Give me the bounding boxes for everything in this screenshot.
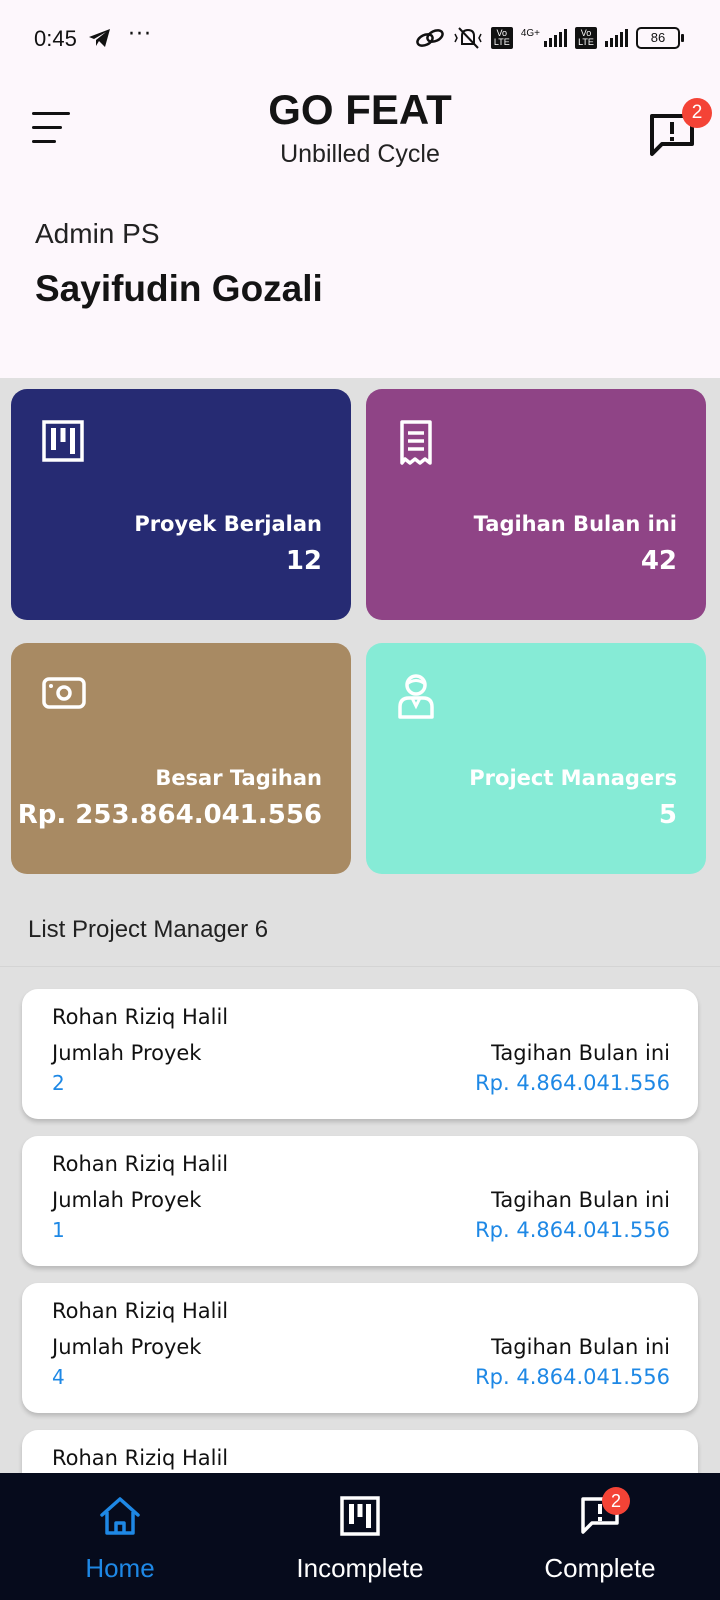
pm-bill-value: Rp. 4.864.041.556 [475, 1365, 670, 1389]
pm-count-value: 2 [52, 1071, 65, 1095]
status-bar: 0:45 ··· Vo LTE 4G+ Vo LTE 86 [0, 0, 720, 84]
pm-name: Rohan Riziq Halil [52, 1299, 229, 1323]
more-notifications-dots: ··· [128, 22, 152, 47]
stat-card-proyek-berjalan[interactable]: Proyek Berjalan 12 [11, 389, 351, 620]
pm-bill-label: Tagihan Bulan ini [491, 1335, 670, 1359]
pm-name: Rohan Riziq Halil [52, 1152, 229, 1176]
app-subtitle: Unbilled Cycle [280, 140, 440, 168]
pm-count-label: Jumlah Proyek [52, 1335, 202, 1359]
stat-value: Rp. 253.864.041.556 [17, 800, 322, 830]
pm-bill-label: Tagihan Bulan ini [491, 1041, 670, 1065]
app-header: GO FEAT Unbilled Cycle 2 Admin PS Sayifu… [0, 84, 720, 378]
pm-count-value: 4 [52, 1365, 65, 1389]
nav-home[interactable]: Home [0, 1473, 240, 1600]
home-icon [100, 1497, 140, 1535]
pm-bill-label: Tagihan Bulan ini [491, 1188, 670, 1212]
app-title: GO FEAT [268, 86, 452, 133]
stat-value: 12 [285, 546, 322, 576]
stat-card-besar-tagihan[interactable]: Besar Tagihan Rp. 253.864.041.556 [11, 643, 351, 874]
mute-icon [454, 27, 482, 49]
stat-value: 5 [658, 800, 677, 830]
user-role: Admin PS [35, 218, 160, 249]
pm-bill-value: Rp. 4.864.041.556 [475, 1218, 670, 1242]
signal-icon [544, 29, 567, 47]
list-item[interactable]: Rohan Riziq Halil Jumlah Proyek 1 Tagiha… [22, 1136, 698, 1266]
pm-count-label: Jumlah Proyek [52, 1041, 202, 1065]
status-icons: Vo LTE 4G+ Vo LTE 86 [415, 26, 684, 50]
signal-icon-2 [605, 29, 628, 47]
nav-incomplete-label: Incomplete [296, 1553, 424, 1583]
link-icon [416, 29, 444, 47]
volte-chip-1: Vo LTE [490, 27, 513, 49]
status-time: 0:45 [34, 26, 77, 51]
list-item[interactable]: Rohan Riziq Halil Jumlah Proyek 4 Tagiha… [22, 1283, 698, 1413]
stat-label: Project Managers [469, 766, 677, 790]
volte-chip-2: Vo LTE [575, 27, 597, 49]
bottom-navigation: Home Incomplete 2 Complete [0, 1473, 720, 1600]
nav-complete[interactable]: 2 Complete [480, 1473, 720, 1600]
battery-icon: 86 [636, 27, 684, 49]
nav-complete-label: Complete [544, 1553, 656, 1583]
kanban-icon [42, 420, 84, 462]
stat-label: Proyek Berjalan [134, 512, 322, 536]
notification-button[interactable]: 2 [648, 98, 712, 156]
stat-value: 42 [640, 546, 677, 576]
notification-badge: 2 [682, 98, 712, 128]
manager-icon [398, 674, 434, 719]
nav-complete-badge: 2 [602, 1487, 630, 1515]
pm-count-label: Jumlah Proyek [52, 1188, 202, 1212]
user-name: Sayifudin Gozali [35, 268, 323, 309]
telegram-icon [89, 29, 110, 47]
stat-label: Besar Tagihan [155, 766, 322, 790]
pm-count-value: 1 [52, 1218, 65, 1242]
divider [0, 966, 720, 967]
nav-incomplete[interactable]: Incomplete [240, 1473, 480, 1600]
pm-name: Rohan Riziq Halil [52, 1446, 229, 1470]
stat-card-tagihan-bulan-ini[interactable]: Tagihan Bulan ini 42 [366, 389, 706, 620]
money-icon [42, 677, 86, 709]
pm-bill-value: Rp. 4.864.041.556 [475, 1071, 670, 1095]
pm-name: Rohan Riziq Halil [52, 1005, 229, 1029]
nav-home-label: Home [85, 1553, 155, 1583]
list-title: List Project Manager 6 [28, 916, 269, 943]
network-type: 4G+ [520, 27, 540, 39]
stat-label: Tagihan Bulan ini [473, 512, 677, 536]
list-item[interactable]: Rohan Riziq Halil Jumlah Proyek 2 Tagiha… [22, 989, 698, 1119]
stat-card-project-managers[interactable]: Project Managers 5 [366, 643, 706, 874]
kanban-icon [340, 1496, 380, 1536]
receipt-icon [400, 420, 432, 465]
